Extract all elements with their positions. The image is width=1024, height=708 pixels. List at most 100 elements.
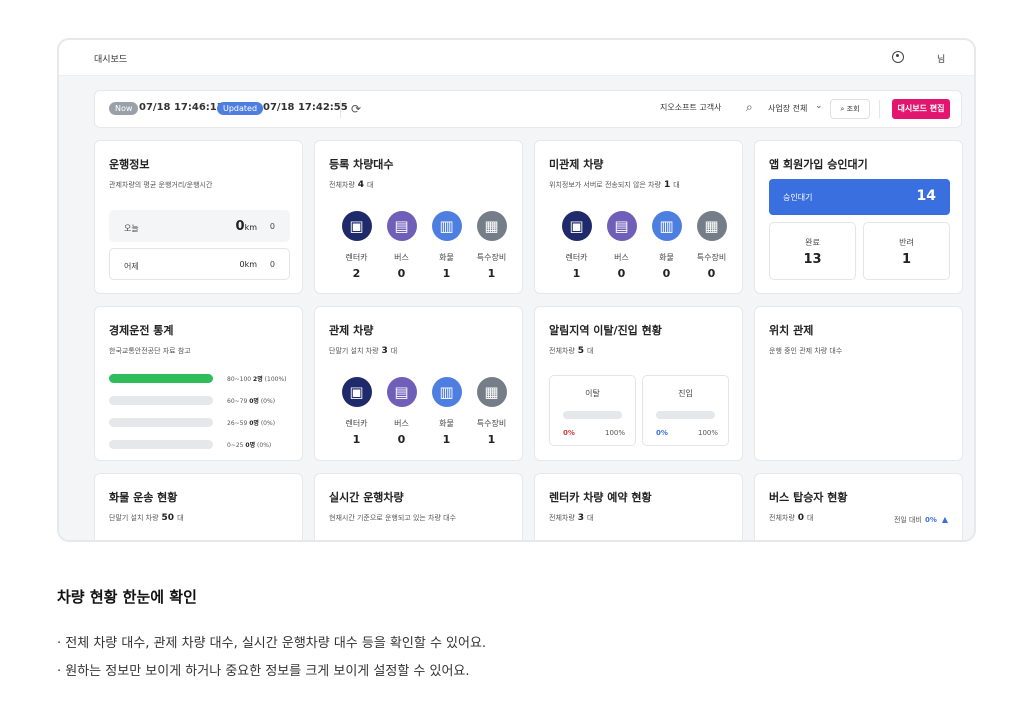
toolbar: Now 07/18 17:46:13 Updated 07/18 17:42:5… <box>94 90 962 128</box>
pending-value: 14 <box>916 188 936 204</box>
enter-stat[interactable]: 진입 0% 100% <box>642 375 729 446</box>
card-controlled[interactable]: 관제 차량 단말기 설치 차량 3 대 ▣ 렌터카 1 ▤ 버스 0 ▥ 화물 1 ▦ 특수장비 1 <box>314 306 523 461</box>
vehicle-counts: ▣ 렌터카 2 ▤ 버스 0 ▥ 화물 1 ▦ 특수장비 1 <box>334 211 514 281</box>
eco-bar-track <box>109 374 213 383</box>
card-subtitle: 단말기 설치 차량 50 대 <box>109 513 184 523</box>
approved-label: 완료 <box>805 238 820 247</box>
refresh-icon[interactable]: ⟳ <box>351 102 361 116</box>
card-subtitle: 전체차량 3 대 <box>549 513 594 523</box>
divider <box>340 100 341 118</box>
card-title: 위치 관제 <box>769 324 814 337</box>
vehicle-type-label: 렌터카 <box>565 253 588 262</box>
car-icon: ▣ <box>561 211 592 241</box>
lookup-label: 조회 <box>846 105 860 113</box>
bus-icon: ▤ <box>386 211 417 241</box>
enter-progress <box>656 411 715 419</box>
rejected-value: 1 <box>901 252 912 267</box>
updated-badge: Updated <box>217 102 264 115</box>
vehicle-type-count: 0 <box>662 267 671 280</box>
vehicle-type-0: ▣ 렌터카 1 <box>554 211 599 280</box>
card-subtitle: 한국교통안전공단 자료 참고 <box>109 347 191 355</box>
vehicle-type-label: 렌터카 <box>345 253 368 262</box>
card-subtitle: 위치정보가 서버로 전송되지 않은 차량 1 대 <box>549 180 680 190</box>
eco-bar-track <box>109 418 213 427</box>
card-title: 운행정보 <box>109 158 150 171</box>
customer-input[interactable]: 지오소프트 고객사 <box>660 102 721 113</box>
card-location[interactable]: 위치 관제 운행 중인 관제 차량 대수 <box>754 306 963 461</box>
site-select[interactable]: 사업장 전체 <box>768 103 807 114</box>
vehicle-type-label: 화물 <box>659 253 674 262</box>
search-icon[interactable]: ⌕ <box>746 100 753 115</box>
eco-bar-label: 60~79 0명 (0%) <box>227 398 276 405</box>
bus-icon: ▤ <box>386 377 417 407</box>
description-line: · 원하는 정보만 보이게 하거나 중요한 정보를 크게 보이게 설정할 수 있… <box>57 664 470 679</box>
vehicle-type-1: ▤ 버스 0 <box>379 211 424 280</box>
card-geofence[interactable]: 알림지역 이탈/진입 현황 전체차량 5 대 이탈 0% 100% 진입 0% 10… <box>534 306 743 461</box>
today-stat: 오늘 0km 0 <box>109 210 290 242</box>
card-title: 미관제 차량 <box>549 158 604 171</box>
edit-dashboard-button[interactable]: 대시보드 편집 <box>892 99 950 119</box>
truck-icon: ▥ <box>651 211 682 241</box>
vehicle-type-label: 특수장비 <box>476 253 507 262</box>
card-title: 등록 차량대수 <box>329 158 394 171</box>
chevron-down-icon[interactable]: ⌄ <box>815 101 823 111</box>
top-bar: 대시보드 님 <box>59 40 974 76</box>
card-subtitle: 전체차량 0 대 <box>769 513 814 523</box>
yesterday-stat: 어제 0km 0 <box>109 248 290 280</box>
card-operation[interactable]: 운행정보 관제차량의 평균 운행거리/운행시간 오늘 0km 0 어제 0km … <box>94 140 303 294</box>
card-subtitle: 전체차량 4 대 <box>329 180 374 190</box>
dashboard-window: 대시보드 님 Now 07/18 17:46:13 Updated 07/18 … <box>57 38 976 542</box>
vehicle-type-3: ▦ 특수장비 1 <box>469 211 514 280</box>
vehicle-type-0: ▣ 렌터카 1 <box>334 377 379 446</box>
rejected-stat[interactable]: 반려 1 <box>863 222 950 280</box>
pending-approval[interactable]: 승인대기 14 <box>769 179 950 215</box>
eco-bar-row: 26~59 0명 (0%) <box>109 418 290 428</box>
card-title: 알림지역 이탈/진입 현황 <box>549 324 662 337</box>
card-cargo[interactable]: 화물 운송 현황 단말기 설치 차량 50 대 <box>94 473 303 540</box>
vehicle-type-1: ▤ 버스 0 <box>599 211 644 280</box>
triangle-up-icon: ▲ <box>941 515 948 524</box>
card-approval[interactable]: 앱 회원가입 승인대기 승인대기 14 완료 13 반려 1 <box>754 140 963 294</box>
card-realtime[interactable]: 실시간 운행차량 현재시간 기준으로 운행되고 있는 차량 대수 <box>314 473 523 540</box>
rejected-label: 반려 <box>899 238 914 247</box>
now-time: 07/18 17:46:13 <box>139 102 224 113</box>
vehicle-type-label: 특수장비 <box>476 419 507 428</box>
card-registered[interactable]: 등록 차량대수 전체차량 4 대 ▣ 렌터카 2 ▤ 버스 0 ▥ 화물 1 ▦ 특수장비 1 <box>314 140 523 294</box>
card-uncontrolled[interactable]: 미관제 차량 위치정보가 서버로 전송되지 않은 차량 1 대 ▣ 렌터카 1 ▤ 버스 0 ▥… <box>534 140 743 294</box>
yesterday-time: 0 <box>269 260 275 269</box>
vehicle-type-label: 버스 <box>394 419 409 428</box>
user-icon[interactable] <box>892 51 904 63</box>
yesterday-label: 어제 <box>124 262 139 271</box>
eco-bar-row: 0~25 0명 (0%) <box>109 440 290 450</box>
section-heading: 차량 현황 한눈에 확인 <box>57 588 197 606</box>
vehicle-type-label: 화물 <box>439 253 454 262</box>
lookup-button[interactable]: ⌕ 조회 <box>830 99 870 119</box>
pending-label: 승인대기 <box>783 193 813 202</box>
exit-percent: 0% <box>563 429 575 437</box>
special-vehicle-icon: ▦ <box>476 211 507 241</box>
vehicle-type-label: 버스 <box>614 253 629 262</box>
car-icon: ▣ <box>341 211 372 241</box>
special-vehicle-icon: ▦ <box>476 377 507 407</box>
exit-label: 이탈 <box>585 389 600 398</box>
card-eco-driving[interactable]: 경제운전 통계 한국교통안전공단 자료 참고 80~100 2명 (100%) 6… <box>94 306 303 461</box>
exit-stat[interactable]: 이탈 0% 100% <box>549 375 636 446</box>
card-subtitle: 현재시간 기준으로 운행되고 있는 차량 대수 <box>329 514 457 522</box>
truck-icon: ▥ <box>431 377 462 407</box>
card-title: 화물 운송 현황 <box>109 491 178 504</box>
card-title: 앱 회원가입 승인대기 <box>769 158 868 171</box>
card-rental[interactable]: 렌터카 차량 예약 현황 전체차량 3 대 <box>534 473 743 540</box>
vehicle-type-count: 1 <box>487 433 496 446</box>
vehicle-type-3: ▦ 특수장비 1 <box>469 377 514 446</box>
approved-stat[interactable]: 완료 13 <box>769 222 856 280</box>
vehicle-type-2: ▥ 화물 1 <box>424 211 469 280</box>
vehicle-type-2: ▥ 화물 0 <box>644 211 689 280</box>
user-name[interactable]: 님 <box>937 52 945 65</box>
card-bus-passengers[interactable]: 버스 탑승자 현황 전체차량 0 대 전일 대비 0% ▲ <box>754 473 963 540</box>
card-title: 렌터카 차량 예약 현황 <box>549 491 652 504</box>
divider <box>879 100 880 118</box>
vehicle-type-1: ▤ 버스 0 <box>379 377 424 446</box>
today-distance: 0km <box>235 219 257 234</box>
enter-percent: 0% <box>656 429 668 437</box>
now-badge: Now <box>109 102 139 115</box>
